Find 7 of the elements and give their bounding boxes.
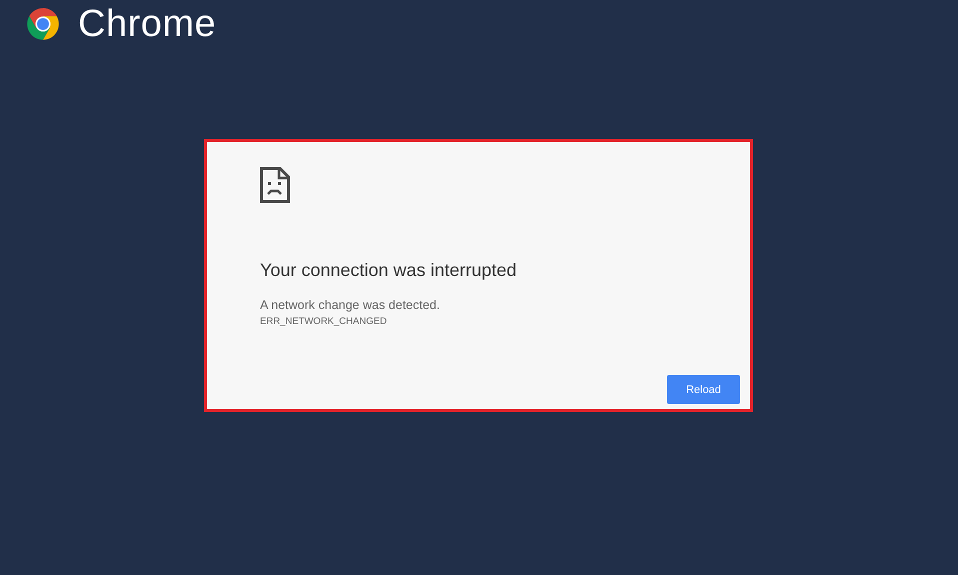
error-message: A network change was detected.	[260, 297, 441, 313]
error-code: ERR_NETWORK_CHANGED	[260, 316, 388, 328]
chrome-logo-icon	[24, 5, 62, 43]
error-title: Your connection was interrupted	[260, 259, 518, 281]
brand-title: Chrome	[78, 2, 216, 47]
reload-button[interactable]: Reload	[667, 375, 740, 404]
sad-document-icon	[260, 167, 290, 203]
